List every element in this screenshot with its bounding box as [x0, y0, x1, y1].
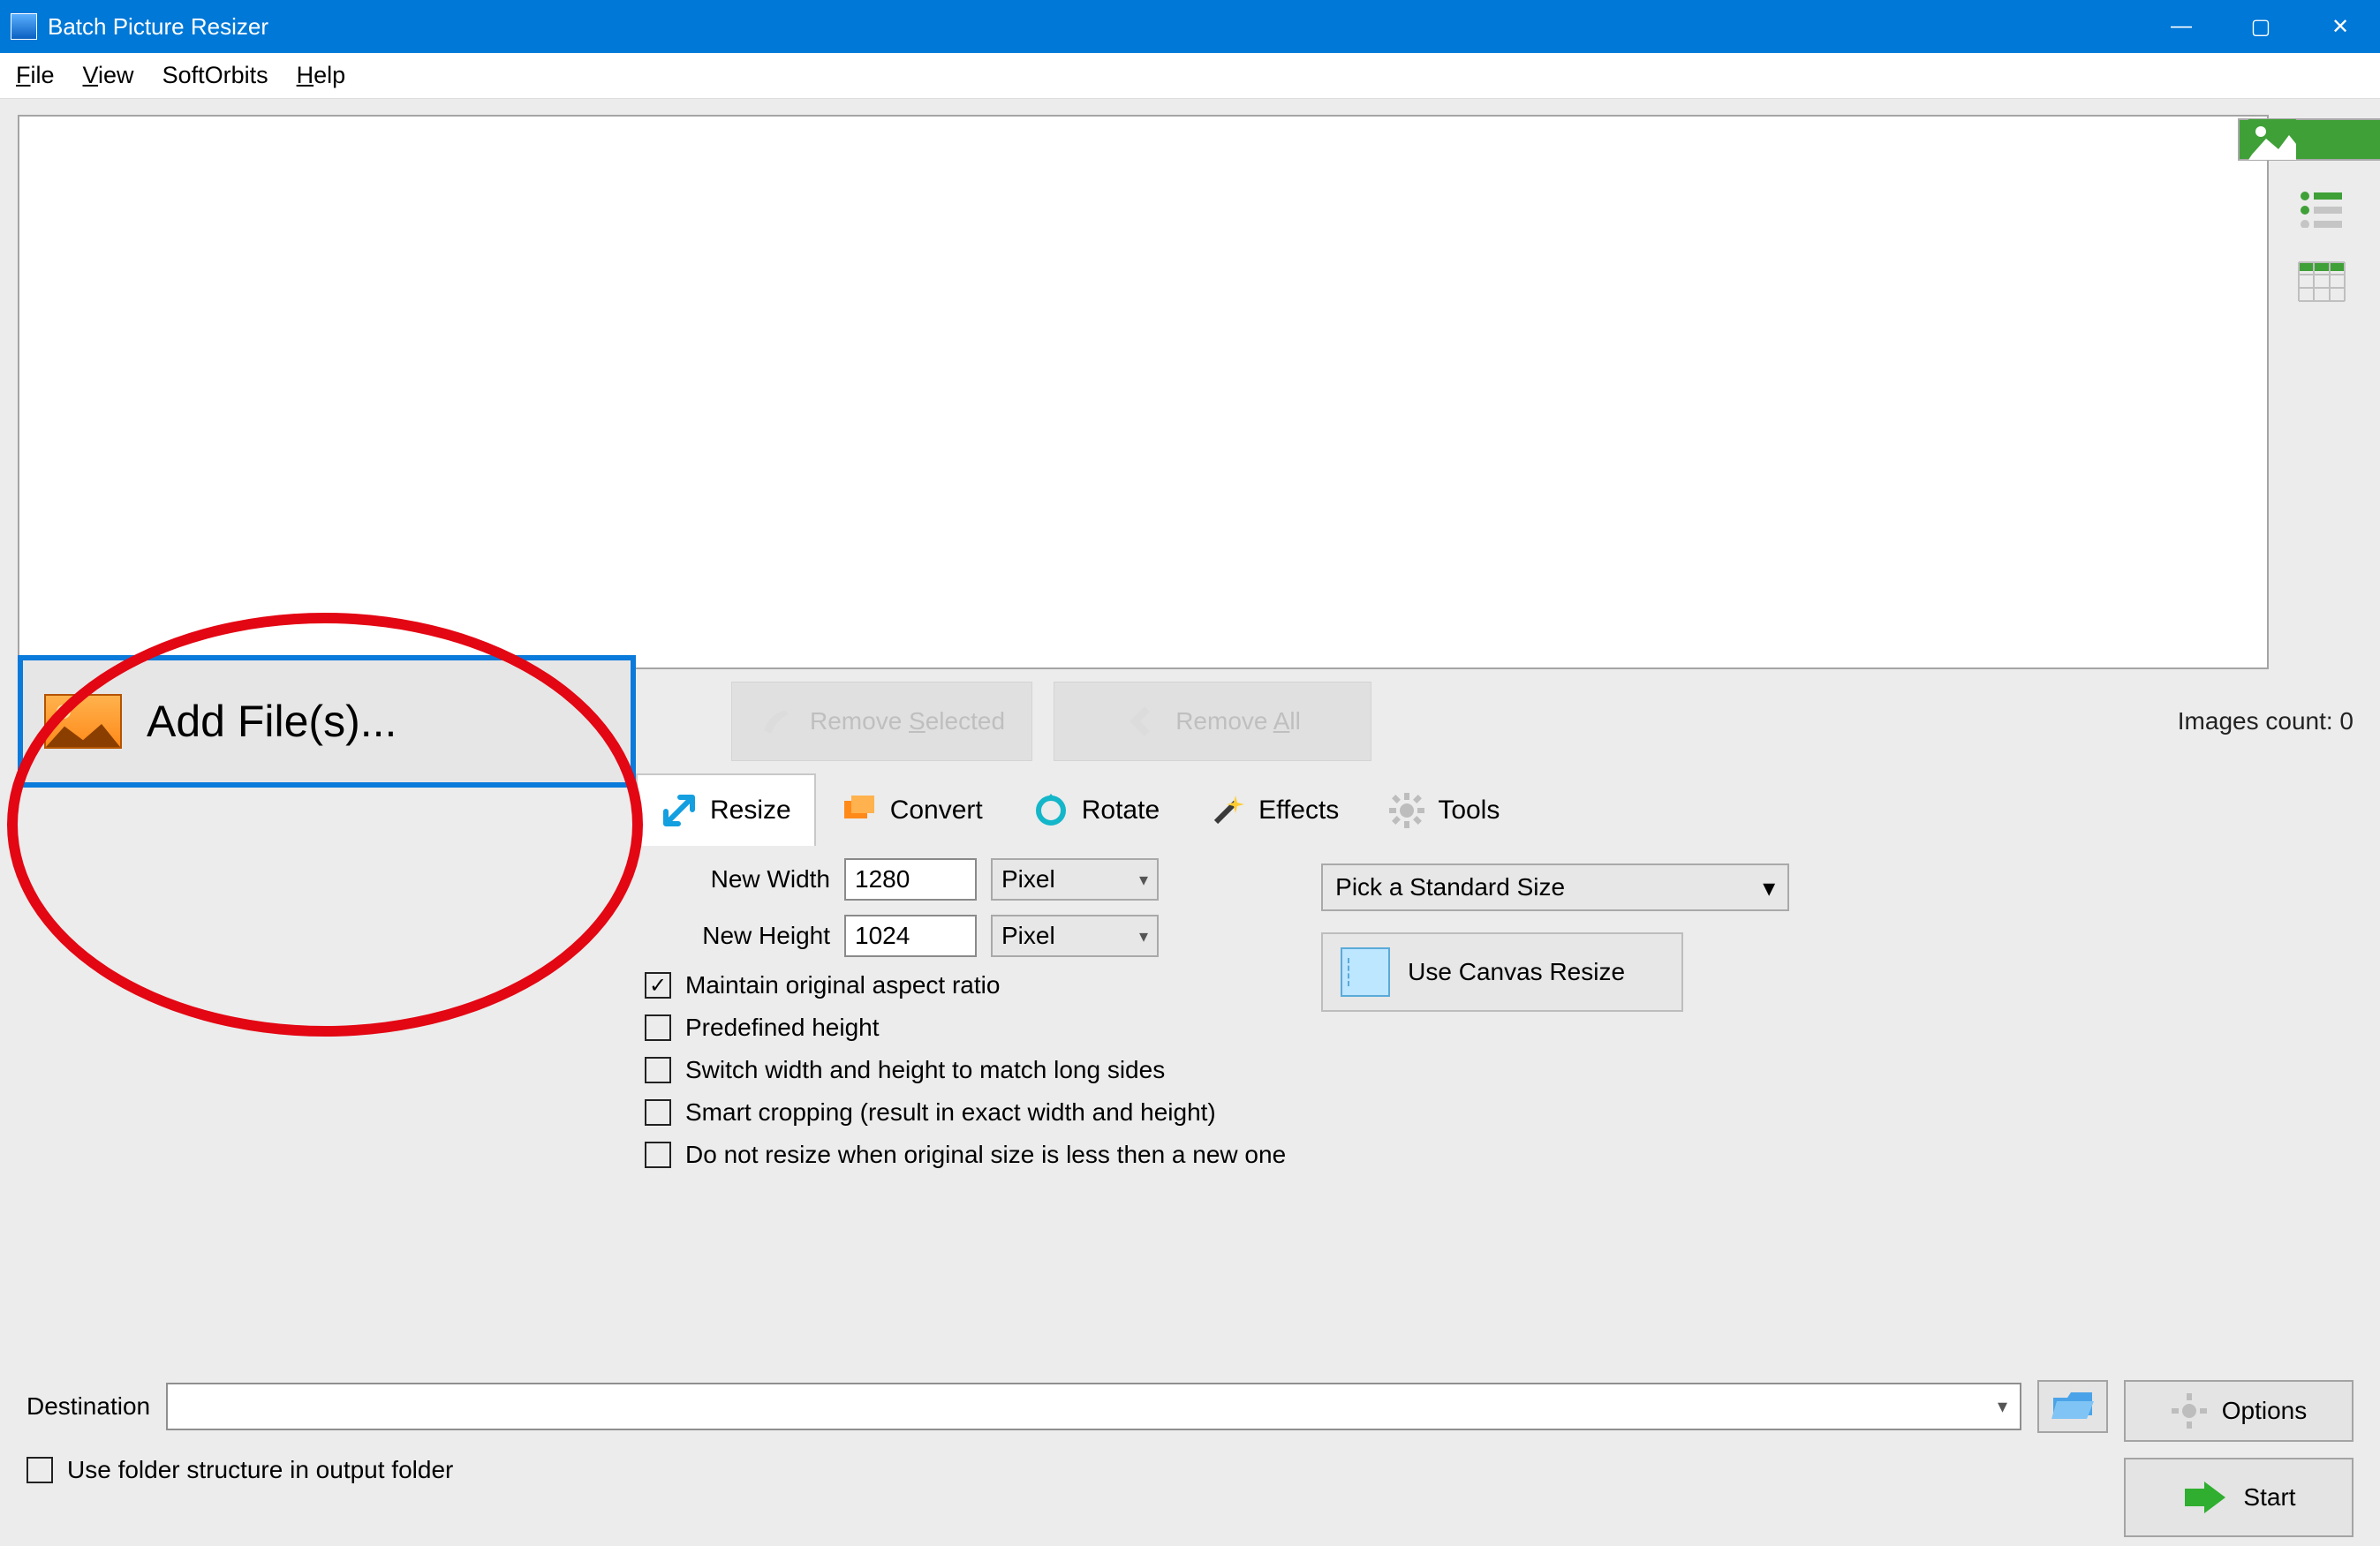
dont-resize-label: Do not resize when original size is less…	[685, 1141, 1286, 1169]
menu-softorbits[interactable]: SoftOrbits	[162, 62, 268, 89]
predefined-height-label: Predefined height	[685, 1014, 880, 1042]
gear-icon	[2171, 1392, 2208, 1429]
menu-help[interactable]: Help	[297, 62, 346, 89]
smart-crop-label: Smart cropping (result in exact width an…	[685, 1098, 1216, 1127]
resize-icon	[661, 792, 698, 829]
close-button[interactable]: ✕	[2301, 0, 2380, 53]
images-count: Images count: 0	[2178, 707, 2362, 735]
new-height-label: New Height	[636, 922, 830, 950]
start-button[interactable]: Start	[2124, 1458, 2354, 1537]
switch-wh-checkbox[interactable]	[645, 1057, 671, 1083]
new-width-input[interactable]	[844, 858, 977, 901]
tab-rotate-label: Rotate	[1082, 796, 1160, 826]
minimize-button[interactable]: ―	[2142, 0, 2221, 53]
destination-label: Destination	[26, 1392, 150, 1421]
image-list-area[interactable]	[18, 115, 2269, 669]
use-canvas-resize-button[interactable]: Use Canvas Resize	[1321, 932, 1683, 1012]
options-button[interactable]: Options	[2124, 1380, 2354, 1442]
menubar: File View SoftOrbits Help	[0, 53, 2380, 99]
maintain-aspect-label: Maintain original aspect ratio	[685, 971, 1000, 999]
smart-crop-checkbox[interactable]	[645, 1099, 671, 1126]
titlebar: Batch Picture Resizer ― ▢ ✕	[0, 0, 2380, 53]
switch-wh-label: Switch width and height to match long si…	[685, 1056, 1165, 1084]
browse-folder-button[interactable]	[2037, 1380, 2108, 1433]
view-list-button[interactable]	[2291, 180, 2353, 235]
tab-resize-label: Resize	[710, 796, 791, 826]
start-label: Start	[2243, 1483, 2295, 1512]
new-width-unit-select[interactable]: Pixel▾	[991, 858, 1159, 901]
use-folder-structure-checkbox[interactable]	[26, 1457, 53, 1483]
maintain-aspect-checkbox[interactable]	[645, 972, 671, 999]
remove-selected-button[interactable]: Remove Selected	[731, 682, 1032, 761]
remove-all-button[interactable]: Remove All	[1054, 682, 1371, 761]
remove-all-label: Remove All	[1175, 707, 1301, 735]
tab-effects[interactable]: Effects	[1184, 773, 1364, 846]
folder-icon	[2051, 1389, 2094, 1424]
tab-convert[interactable]: Convert	[816, 773, 1008, 846]
brush-icon	[759, 704, 794, 739]
add-files-label: Add File(s)...	[147, 696, 397, 747]
menu-file[interactable]: File	[16, 62, 55, 89]
image-icon	[44, 694, 122, 749]
wand-icon	[1209, 792, 1246, 829]
use-folder-structure-label: Use folder structure in output folder	[67, 1456, 453, 1484]
convert-icon	[841, 792, 878, 829]
new-width-label: New Width	[636, 865, 830, 894]
tab-rotate[interactable]: Rotate	[1008, 773, 1184, 846]
options-label: Options	[2222, 1397, 2308, 1425]
tab-effects-label: Effects	[1258, 796, 1339, 826]
chevron-left-icon	[1124, 704, 1160, 739]
view-grid-button[interactable]	[2291, 254, 2353, 309]
dont-resize-checkbox[interactable]	[645, 1142, 671, 1168]
view-thumbnails-button[interactable]	[2238, 118, 2380, 161]
standard-size-select[interactable]: Pick a Standard Size▾	[1321, 863, 1789, 911]
tab-tools-label: Tools	[1438, 796, 1500, 826]
add-files-button[interactable]: Add File(s)...	[18, 655, 636, 788]
gear-icon	[1388, 792, 1425, 829]
maximize-button[interactable]: ▢	[2221, 0, 2301, 53]
remove-selected-label: Remove Selected	[810, 707, 1005, 735]
rotate-icon	[1032, 792, 1069, 829]
new-height-input[interactable]	[844, 915, 977, 957]
play-icon	[2181, 1480, 2229, 1515]
use-canvas-label: Use Canvas Resize	[1408, 958, 1625, 986]
canvas-icon	[1341, 947, 1390, 997]
tab-tools[interactable]: Tools	[1364, 773, 1524, 846]
app-icon	[11, 13, 37, 40]
predefined-height-checkbox[interactable]	[645, 1014, 671, 1041]
menu-view[interactable]: View	[83, 62, 134, 89]
destination-combobox[interactable]: ▾	[166, 1383, 2021, 1430]
app-title: Batch Picture Resizer	[48, 13, 268, 41]
tab-convert-label: Convert	[890, 796, 983, 826]
tab-resize[interactable]: Resize	[636, 773, 816, 846]
new-height-unit-select[interactable]: Pixel▾	[991, 915, 1159, 957]
